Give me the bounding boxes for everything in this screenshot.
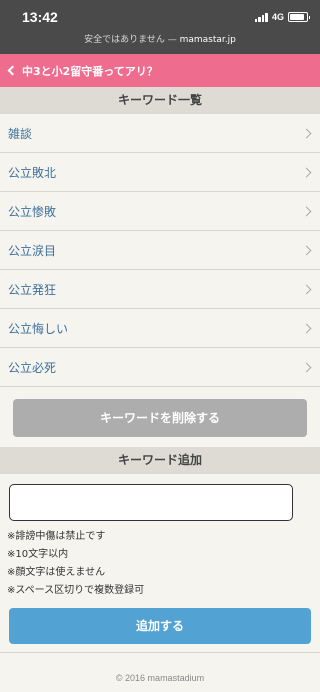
keyword-item[interactable]: 公立惨敗: [0, 192, 320, 231]
footer: © 2016 mamastadium: [0, 652, 320, 692]
keyword-list: 雑談公立敗北公立惨敗公立涙目公立発狂公立悔しい公立必死: [0, 114, 320, 387]
rule-line: ※誹謗中傷は禁止です: [7, 531, 106, 542]
keyword-item[interactable]: 雑談: [0, 114, 320, 153]
keyword-item[interactable]: 公立必死: [0, 348, 320, 387]
keyword-item[interactable]: 公立敗北: [0, 153, 320, 192]
chevron-right-icon: [301, 245, 312, 255]
status-bar: 13:42 4G: [0, 0, 320, 33]
chevron-left-icon: [7, 65, 18, 76]
chevron-right-icon: [301, 323, 312, 333]
keyword-input[interactable]: [9, 484, 293, 521]
chevron-right-icon: [301, 167, 312, 177]
delete-keyword-button[interactable]: キーワードを削除する: [13, 399, 307, 437]
back-link[interactable]: 中3と小2留守番ってアリ？: [0, 54, 320, 87]
status-time: 13:42: [22, 9, 58, 25]
keyword-add-header: キーワード追加: [0, 447, 320, 474]
rule-line: ※10文字以内: [7, 549, 69, 560]
rule-line: ※スペース区切りで複数登録可: [7, 585, 145, 596]
keyword-label: 雑談: [8, 126, 33, 141]
battery-icon: [288, 12, 310, 22]
keyword-label: 公立悔しい: [8, 321, 69, 336]
keyword-label: 公立惨敗: [8, 204, 57, 219]
keyword-label: 公立必死: [8, 360, 57, 375]
battery-fill: [290, 14, 305, 20]
url-domain: mamastar.jp: [179, 35, 236, 45]
keyword-list-header: キーワード一覧: [0, 87, 320, 114]
keyword-item[interactable]: 公立発狂: [0, 270, 320, 309]
keyword-item[interactable]: 公立涙目: [0, 231, 320, 270]
back-link-label: 中3と小2留守番ってアリ？: [22, 64, 158, 78]
chevron-right-icon: [301, 128, 312, 138]
keyword-rules: ※誹謗中傷は禁止です ※10文字以内 ※顔文字は使えません ※スペース区切りで複数登録…: [7, 528, 144, 600]
keyword-label: 公立敗北: [8, 165, 57, 180]
keyword-label: 公立発狂: [8, 282, 57, 297]
network-label: 4G: [271, 12, 284, 22]
url-bar[interactable]: 安全ではありません — mamastar.jp: [0, 33, 320, 54]
add-keyword-button[interactable]: 追加する: [9, 608, 311, 644]
keyword-item[interactable]: 公立悔しい: [0, 309, 320, 348]
chevron-right-icon: [301, 206, 312, 216]
keyword-label: 公立涙目: [8, 243, 57, 258]
copyright-text: © 2016 mamastadium: [115, 673, 205, 683]
status-indicators: 4G: [254, 12, 310, 22]
chevron-right-icon: [301, 284, 312, 294]
security-warning: 安全ではありません —: [84, 35, 180, 45]
signal-icon: [254, 12, 268, 22]
chevron-right-icon: [301, 362, 312, 372]
rule-line: ※顔文字は使えません: [7, 567, 106, 578]
